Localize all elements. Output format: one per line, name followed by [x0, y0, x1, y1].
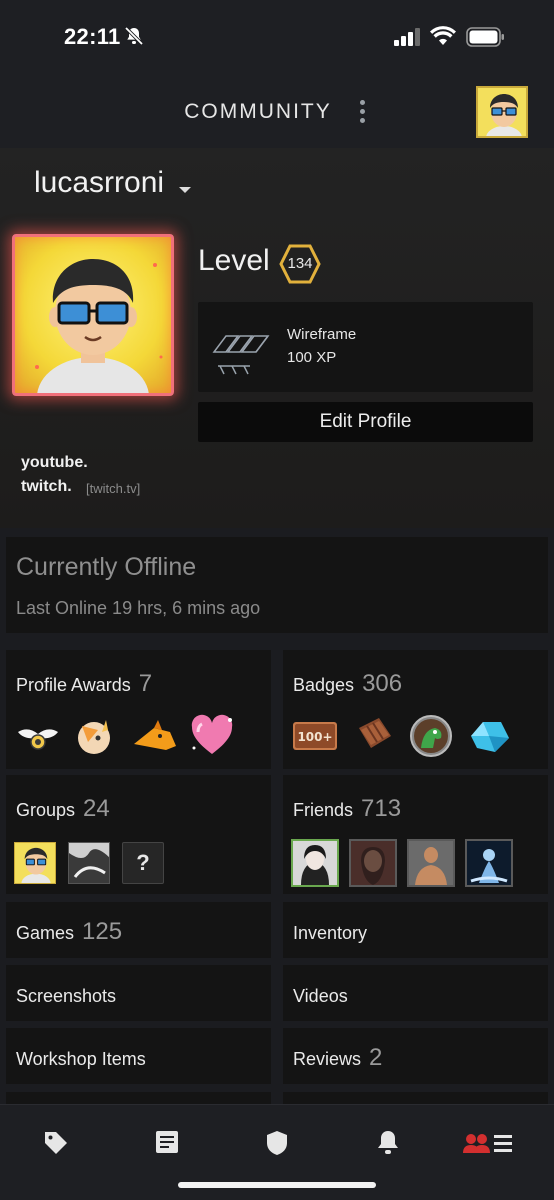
profile-link-twitch-domain[interactable]: [twitch.tv] — [86, 481, 140, 496]
profile-awards-label: Profile Awards 7 — [16, 670, 152, 698]
inventory-label: Inventory — [293, 923, 368, 943]
profile-avatar[interactable] — [12, 234, 174, 396]
more-options-icon[interactable] — [356, 100, 368, 126]
section-label: Badges — [293, 675, 355, 695]
app-header: COMMUNITY — [0, 76, 554, 148]
wireframe-badge-icon — [212, 335, 270, 375]
dino-badge-icon — [410, 715, 452, 757]
friends-label: Friends 713 — [293, 795, 401, 823]
chocolate-badge-icon — [359, 718, 391, 748]
section-count: 306 — [362, 670, 403, 697]
badge-name: Wireframe — [287, 326, 357, 343]
section-count: 125 — [82, 918, 123, 945]
profile-username[interactable]: lucasrroni — [34, 166, 164, 200]
featured-badge-card[interactable]: Wireframe 100 XP — [198, 302, 533, 392]
inventory-card[interactable]: Inventory — [283, 902, 548, 958]
years-of-service-badge-icon: 100+ — [293, 722, 337, 750]
awards-row — [14, 714, 236, 758]
shield-icon[interactable] — [264, 1129, 290, 1157]
level-value: 134 — [287, 255, 313, 272]
section-label: Groups — [16, 800, 76, 820]
badge-xp: 100 XP — [287, 349, 337, 366]
avatar-illustration — [21, 847, 51, 883]
friend-avatar[interactable] — [407, 839, 455, 887]
section-count: 713 — [361, 795, 402, 822]
status-bar: 22:11 — [0, 0, 554, 76]
crystal-badge-icon — [471, 722, 509, 752]
bell-muted-icon — [124, 26, 144, 46]
friend-avatar-image — [351, 841, 395, 885]
section-label: Reviews — [293, 1049, 362, 1069]
profile-link-twitch[interactable]: twitch. — [21, 478, 72, 496]
friend-avatar-image — [467, 841, 511, 885]
section-count: 24 — [83, 795, 110, 822]
edit-profile-button[interactable]: Edit Profile — [198, 402, 533, 442]
groups-card[interactable]: Groups 24 ? — [6, 775, 271, 894]
fox-award-icon — [134, 720, 176, 750]
online-status-card: Currently Offline Last Online 19 hrs, 6 … — [6, 537, 548, 633]
friends-card[interactable]: Friends 713 — [283, 775, 548, 894]
workshop-card[interactable]: Workshop Items — [6, 1028, 271, 1084]
cellular-signal-icon — [394, 28, 420, 46]
news-icon[interactable] — [154, 1129, 180, 1155]
friends-row — [291, 839, 513, 887]
friend-avatar[interactable] — [349, 839, 397, 887]
screenshots-label: Screenshots — [16, 986, 117, 1006]
badges-row: 100+ — [291, 714, 513, 758]
header-avatar[interactable] — [476, 86, 528, 138]
badges-card[interactable]: Badges 306 100+ — [283, 650, 548, 769]
group-avatar[interactable] — [14, 842, 56, 884]
reviews-label: Reviews 2 — [293, 1044, 382, 1072]
question-mark-glyph: ? — [136, 850, 150, 875]
friend-avatar[interactable] — [291, 839, 339, 887]
page-title: COMMUNITY — [184, 100, 332, 123]
badge-tile-text: 100+ — [297, 730, 332, 744]
battery-icon — [466, 27, 504, 47]
videos-label: Videos — [293, 986, 348, 1006]
community-friends-icon[interactable] — [462, 1129, 514, 1157]
unicorn-award-icon — [78, 720, 110, 754]
section-label: Friends — [293, 800, 354, 820]
group-avatar[interactable] — [68, 842, 110, 884]
status-time: 22:11 — [64, 24, 121, 49]
abstract-group-image — [69, 843, 109, 883]
group-placeholder[interactable]: ? — [122, 842, 164, 884]
wifi-icon — [430, 26, 456, 45]
avatar-illustration — [478, 88, 526, 136]
section-count: 2 — [369, 1044, 383, 1071]
games-card[interactable]: Games 125 — [6, 902, 271, 958]
section-label: Profile Awards — [16, 675, 131, 695]
profile-awards-card[interactable]: Profile Awards 7 — [6, 650, 271, 769]
chevron-down-icon[interactable] — [179, 187, 191, 193]
home-indicator — [178, 1182, 376, 1188]
friend-avatar-image — [409, 841, 453, 885]
bell-icon[interactable] — [375, 1129, 401, 1157]
profile-link-youtube[interactable]: youtube. — [21, 454, 88, 472]
section-label: Games — [16, 923, 75, 943]
friend-avatar[interactable] — [465, 839, 513, 887]
last-online-text: Last Online 19 hrs, 6 mins ago — [16, 598, 261, 618]
section-count: 7 — [138, 670, 153, 697]
friend-avatar-image — [293, 841, 337, 885]
groups-label: Groups 24 — [16, 795, 110, 823]
reviews-card[interactable]: Reviews 2 — [283, 1028, 548, 1084]
heart-award-icon — [191, 714, 233, 754]
groups-row: ? — [14, 842, 164, 884]
workshop-label: Workshop Items — [16, 1049, 146, 1069]
profile-header: lucasrroni Level 134 Wireframe 100 XP Ed… — [0, 148, 554, 528]
badges-label: Badges 306 — [293, 670, 402, 698]
games-label: Games 125 — [16, 918, 122, 946]
tag-icon[interactable] — [42, 1129, 70, 1157]
screenshots-card[interactable]: Screenshots — [6, 965, 271, 1021]
winged-award-icon — [18, 729, 58, 750]
level-label: Level — [198, 244, 270, 277]
avatar-illustration — [35, 259, 163, 393]
videos-card[interactable]: Videos — [283, 965, 548, 1021]
status-title: Currently Offline — [16, 553, 197, 581]
